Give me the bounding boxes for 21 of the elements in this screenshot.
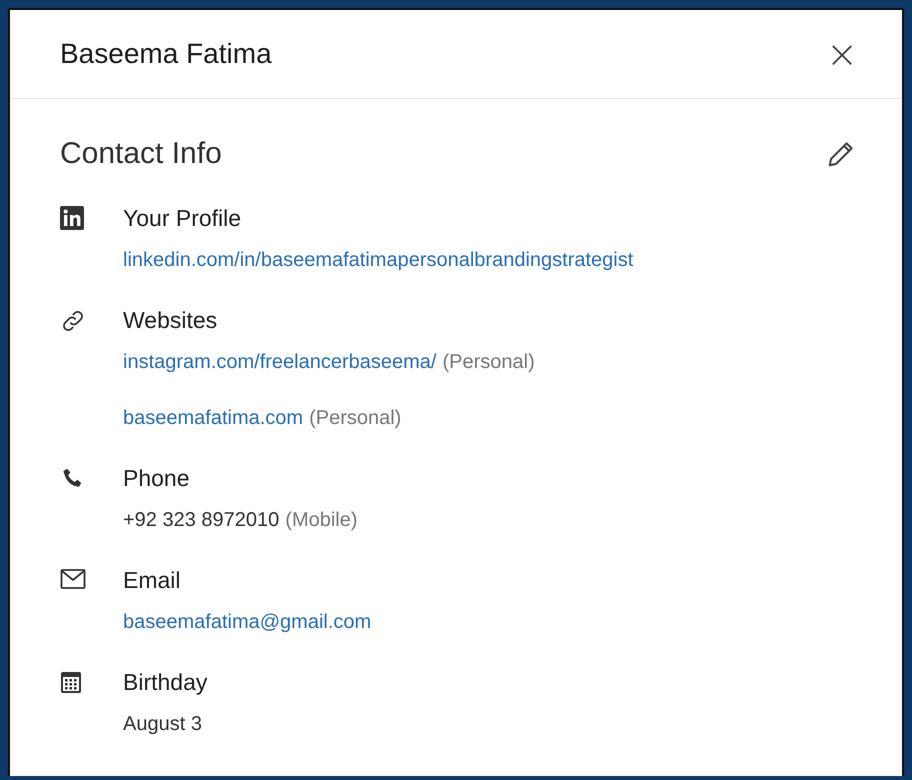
linkedin-icon xyxy=(60,206,84,230)
contact-label: Birthday xyxy=(123,668,208,697)
envelope-icon xyxy=(60,568,86,590)
close-button[interactable]: × xyxy=(822,35,862,73)
contact-type: (Mobile) xyxy=(285,508,358,533)
contact-value: August 3 xyxy=(123,712,202,737)
calendar-icon xyxy=(60,670,82,694)
contact-link[interactable]: instagram.com/freelancerbaseema/ xyxy=(123,347,436,377)
link-icon xyxy=(60,308,86,334)
section-heading: Contact Info xyxy=(60,137,222,171)
contact-value: +92 323 8972010 xyxy=(123,508,280,533)
contact-label: Your Profile xyxy=(123,204,242,233)
contact-type: (Personal) xyxy=(309,406,402,431)
contact-link[interactable]: linkedin.com/in/baseemafatimapersonalbrandingstrategist xyxy=(123,245,634,275)
contact-label: Phone xyxy=(123,464,191,493)
dialog-title: Baseema Fatima xyxy=(60,38,272,70)
contact-link[interactable]: baseemafatima.com xyxy=(123,403,304,433)
contact-type: (Personal) xyxy=(442,350,535,375)
contact-label: Websites xyxy=(123,306,218,335)
contact-link[interactable]: baseemafatima@gmail.com xyxy=(123,607,372,637)
contact-label: Email xyxy=(123,566,182,595)
